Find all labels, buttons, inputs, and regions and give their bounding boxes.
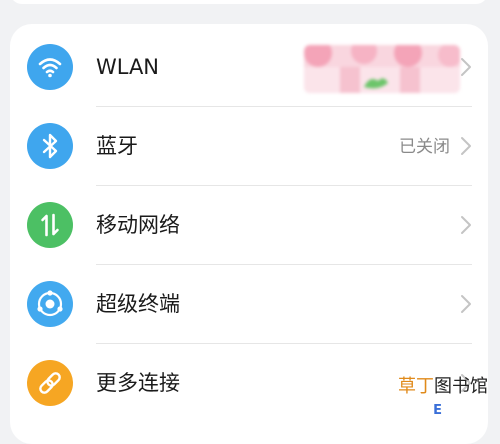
- super-device-icon: [27, 281, 73, 327]
- bluetooth-icon: [27, 123, 73, 169]
- settings-item-label: WLAN: [96, 55, 160, 79]
- mobile-network-icon: [27, 202, 73, 248]
- chevron-right-icon: [461, 137, 471, 155]
- link-icon: [27, 360, 73, 406]
- watermark-brand: 草丁: [398, 376, 434, 397]
- settings-item-label: 更多连接: [96, 371, 180, 395]
- wlan-network-name-thumbnail: [304, 45, 460, 93]
- settings-item-label: 移动网络: [96, 213, 180, 237]
- settings-item-label: 蓝牙: [96, 134, 138, 158]
- watermark-text: 图书馆: [434, 376, 488, 397]
- chevron-right-icon: [461, 58, 471, 76]
- chevron-right-icon: [461, 216, 471, 234]
- settings-item-mobile-network[interactable]: 移动网络: [10, 185, 488, 265]
- previous-settings-card: [10, 0, 488, 4]
- settings-item-bluetooth[interactable]: 蓝牙 已关闭: [10, 106, 488, 186]
- settings-item-label: 超级终端: [96, 292, 180, 316]
- settings-item-super-device[interactable]: 超级终端: [10, 264, 488, 344]
- site-watermark: 草丁图书馆: [398, 376, 488, 398]
- settings-item-wlan[interactable]: WLAN: [10, 27, 488, 107]
- wifi-icon: [27, 44, 73, 90]
- chevron-right-icon: [461, 295, 471, 313]
- bluetooth-status: 已关闭: [399, 137, 450, 157]
- watermark-logo: E: [433, 403, 442, 418]
